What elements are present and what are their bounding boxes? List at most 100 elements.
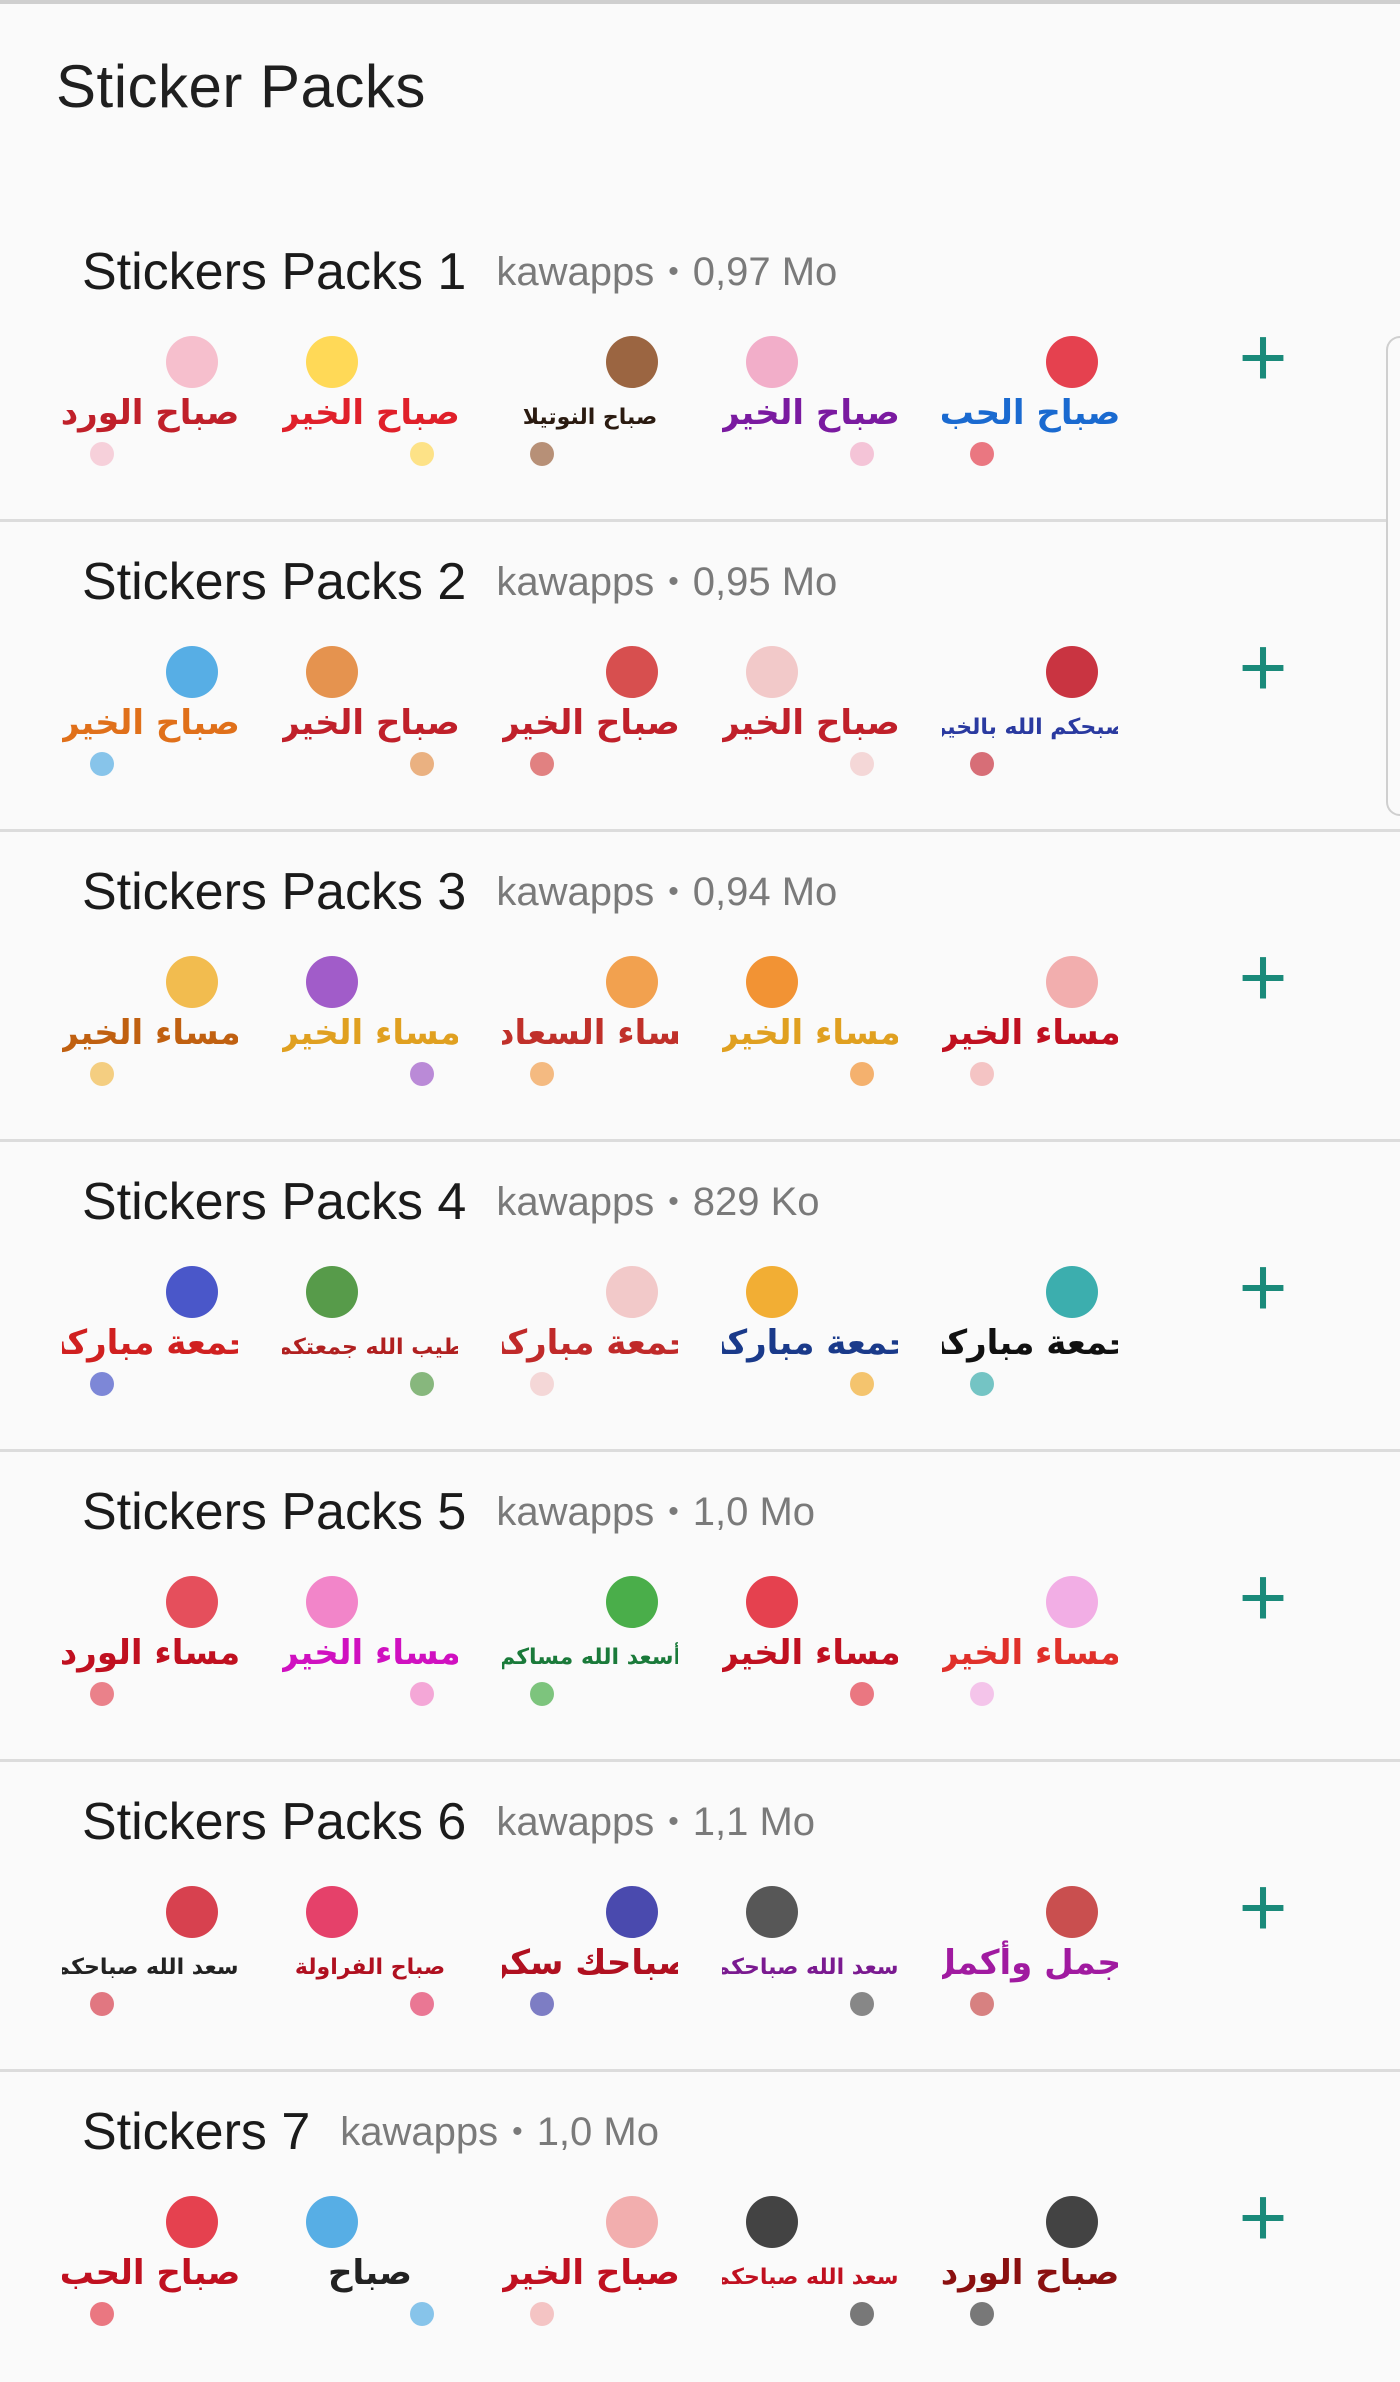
sticker-thumbnail: صباح النوتيلا (502, 324, 678, 484)
sticker-caption: أسعد الله صباحكم (62, 1951, 238, 1980)
sticker-thumbnail: مساء الخير (717, 944, 901, 1104)
add-pack-button[interactable]: + (1218, 312, 1308, 402)
sticker-decoration (746, 2196, 798, 2248)
add-pack-button[interactable]: + (1218, 932, 1308, 1022)
sticker-image: صبحكم الله بالخير (933, 646, 1126, 776)
sticker-pack-row[interactable]: Stickers Packs 4 kawapps • 829 Ko جمعة مبارك… (0, 1142, 1400, 1452)
sticker-thumbnail: صباح الخير (718, 324, 900, 484)
sticker-image: صباح الحب (60, 2196, 240, 2326)
sticker-decoration (90, 1992, 114, 2016)
sticker-caption: أسعد الله صباحكم (722, 1951, 898, 1980)
sticker-pack-row[interactable]: Stickers Packs 1 kawapps • 0,97 Mo صباح الور… (0, 212, 1400, 522)
sticker-caption: أسعد الله صباحكم (722, 2261, 898, 2290)
sticker-thumbnail: جمعة مباركة (47, 1254, 253, 1414)
sticker-image: مساء الورد (60, 1576, 240, 1706)
sticker-decoration (1046, 646, 1098, 698)
sticker-pack-row[interactable]: Stickers Packs 2 kawapps • 0,95 Mo صباح الخي… (0, 522, 1400, 832)
sticker-decoration (410, 442, 434, 466)
sticker-decoration (746, 1886, 798, 1938)
add-pack-button[interactable]: + (1218, 1552, 1308, 1642)
pack-author: kawapps (496, 869, 655, 914)
sticker-thumbnail: صباح الخير (498, 634, 680, 794)
sticker-image: صباح الورد (61, 336, 239, 466)
sticker-decoration (90, 2302, 114, 2326)
sticker-decoration (410, 1372, 434, 1396)
sticker-decoration (746, 646, 798, 698)
sticker-image: صباح (306, 2196, 434, 2326)
pack-name: Stickers Packs 5 (82, 1483, 467, 1541)
sticker-pack-row[interactable]: Stickers 7 kawapps • 1,0 Mo صباح الحب صباح صبا… (0, 2072, 1400, 2382)
sticker-thumbnail: جمعة مباركة (927, 1254, 1133, 1414)
sticker-image: صباح الحب (940, 336, 1120, 466)
sticker-decoration (970, 1992, 994, 2016)
sticker-thumbnail: أسعد الله صباحكم (714, 2184, 906, 2344)
sticker-thumbnail: صباح الورد (941, 2184, 1119, 2344)
sticker-decoration (1046, 2196, 1098, 2248)
pack-size: 829 Ko (692, 1179, 820, 1224)
sticker-decoration (410, 1992, 434, 2016)
sticker-image: جمعة مباركة (927, 1266, 1133, 1396)
sticker-decoration (530, 442, 554, 466)
sticker-decoration (606, 956, 658, 1008)
sticker-decoration (166, 336, 218, 388)
pack-header: Stickers Packs 3 kawapps • 0,94 Mo (82, 852, 837, 932)
sticker-thumbnail: صباح الفراولة (282, 1874, 458, 2034)
sticker-thumbnail: صباح الخير (58, 634, 240, 794)
sticker-thumbnail: صباحك سكر (487, 1874, 691, 2034)
add-pack-button[interactable]: + (1218, 1242, 1308, 1332)
sticker-thumbnail: صباح الورد (61, 324, 239, 484)
sticker-pack-row[interactable]: Stickers Packs 3 kawapps • 0,94 Mo مساء الخي… (0, 832, 1400, 1142)
pack-size: 1,1 Mo (692, 1799, 816, 1844)
sticker-decoration (530, 2302, 554, 2326)
sticker-decoration (410, 2302, 434, 2326)
sticker-thumbnail: مساء الخير (937, 944, 1121, 1104)
sticker-decoration (606, 1886, 658, 1938)
sticker-image: أسعد الله صباحكم (714, 2196, 906, 2326)
sticker-decoration (746, 956, 798, 1008)
separator-dot: • (668, 1495, 679, 1528)
sticker-caption: صباح الخير (502, 2253, 678, 2293)
pack-header: Stickers Packs 2 kawapps • 0,95 Mo (82, 542, 837, 622)
sticker-decoration (970, 1372, 994, 1396)
pack-author: kawapps (496, 1489, 655, 1534)
sticker-image: صباح الخير (498, 646, 680, 776)
sticker-preview-strip: مساء الورد مساء الخير أسعد الله مساكم مساء … (60, 1564, 1121, 1724)
sticker-pack-row[interactable]: Stickers Packs 5 kawapps • 1,0 Mo مساء الورد… (0, 1452, 1400, 1762)
pack-size: 1,0 Mo (692, 1489, 816, 1534)
pack-meta: kawapps • 1,0 Mo (496, 1490, 815, 1535)
page-title: Sticker Packs (56, 53, 426, 120)
sticker-image: مساء الخير (717, 1576, 901, 1706)
sticker-image: مساء الخير (277, 1576, 461, 1706)
sticker-decoration (746, 336, 798, 388)
sticker-pack-row[interactable]: Stickers Packs 6 kawapps • 1,1 Mo أسعد الله … (0, 1762, 1400, 2072)
sticker-image: صباح الخير (718, 646, 900, 776)
add-pack-button[interactable]: + (1218, 2172, 1308, 2262)
sticker-decoration (746, 1576, 798, 1628)
sticker-thumbnail: صباح الحب (940, 324, 1120, 484)
sticker-pack-list[interactable]: Stickers Packs 1 kawapps • 0,97 Mo صباح الور… (0, 212, 1400, 2382)
sticker-caption: صباح النوتيلا (523, 405, 658, 430)
sticker-caption: صباح الورد (62, 393, 238, 433)
sticker-decoration (530, 1062, 554, 1086)
separator-dot: • (668, 255, 679, 288)
sticker-decoration (850, 1682, 874, 1706)
pack-header: Stickers 7 kawapps • 1,0 Mo (82, 2092, 659, 2172)
sticker-decoration (90, 1062, 114, 1086)
sticker-caption: طيب الله جمعتكم (282, 1335, 458, 1360)
sticker-thumbnail: مساء السعادة (477, 944, 703, 1104)
sticker-decoration (606, 646, 658, 698)
sticker-image: صباح الفراولة (295, 1886, 445, 2016)
pack-name: Stickers Packs 4 (82, 1173, 467, 1231)
sticker-caption: صباحك سكر (502, 1943, 678, 1983)
top-divider (0, 0, 1400, 4)
separator-dot: • (668, 1805, 679, 1838)
scroll-indicator[interactable] (1386, 336, 1400, 816)
add-pack-button[interactable]: + (1218, 622, 1308, 712)
add-pack-button[interactable]: + (1218, 1862, 1308, 1952)
sticker-image: صباح الخير (278, 336, 460, 466)
sticker-decoration (306, 1266, 358, 1318)
sticker-thumbnail: صباح (282, 2184, 458, 2344)
sticker-thumbnail: أسعد الله مساكم (499, 1564, 681, 1724)
pack-name: Stickers Packs 1 (82, 243, 467, 301)
pack-author: kawapps (496, 1179, 655, 1224)
